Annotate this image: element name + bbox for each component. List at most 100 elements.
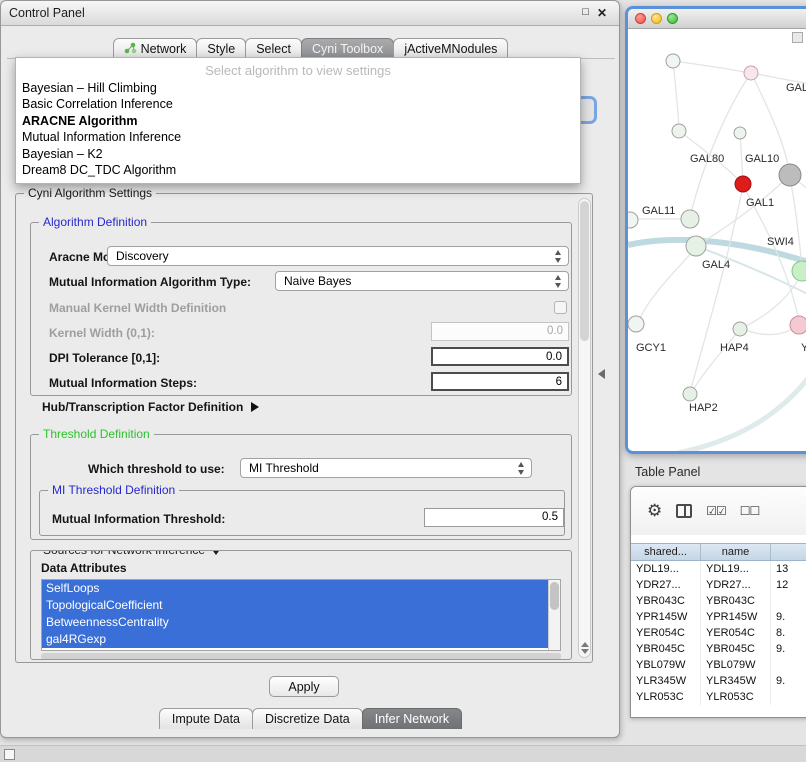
close-window-icon[interactable]: ✕ [597, 6, 607, 20]
table-row[interactable]: YLR053CYLR053C [631, 689, 806, 705]
manual-kernel-checkbox[interactable] [554, 301, 567, 314]
tab-network[interactable]: Network [113, 38, 198, 59]
data-attributes-listbox[interactable]: SelfLoopsTopologicalCoefficientBetweenne… [41, 579, 561, 651]
attributes-scrollbar[interactable] [548, 580, 560, 650]
minimize-traffic-light-icon[interactable] [651, 13, 662, 24]
table-cell[interactable]: 8. [771, 625, 806, 641]
algorithm-option[interactable]: Bayesian – K2 [16, 146, 580, 162]
table-cell[interactable]: YPR145W [701, 609, 771, 625]
table-row[interactable]: YBR045CYBR045C9. [631, 641, 806, 657]
float-window-icon[interactable]: □ [582, 6, 589, 20]
table-row[interactable]: YPR145WYPR145W9. [631, 609, 806, 625]
table-cell[interactable]: YDL19... [631, 561, 701, 577]
table-cell[interactable]: YER054C [631, 625, 701, 641]
tab-select[interactable]: Select [245, 38, 302, 59]
table-cell[interactable]: 13 [771, 561, 806, 577]
table-cell[interactable]: YBL079W [701, 657, 771, 673]
tab-impute-data[interactable]: Impute Data [159, 708, 253, 729]
table-row[interactable]: YDR27...YDR27...12 [631, 577, 806, 593]
table-cell[interactable] [771, 593, 806, 609]
table-cell[interactable]: YBR043C [631, 593, 701, 609]
column-header[interactable]: shared... [631, 544, 701, 560]
algorithm-option[interactable]: Mutual Information Inference [16, 129, 580, 145]
mi-steps-field[interactable]: 6 [431, 372, 569, 391]
settings-scrollbar[interactable] [578, 198, 591, 658]
birdseye-corner-box[interactable] [792, 32, 803, 43]
mi-threshold-field[interactable]: 0.5 [424, 508, 564, 527]
network-node[interactable] [686, 236, 706, 256]
tab-jactivemnodules[interactable]: jActiveMNodules [393, 38, 508, 59]
table-cell[interactable]: YLR053C [631, 689, 701, 705]
deselect-all-icon[interactable]: ☐☐ [740, 504, 760, 518]
kernel-width-field[interactable]: 0.0 [431, 322, 569, 341]
select-all-icon[interactable]: ☑☑ [706, 504, 726, 518]
table-cell[interactable]: YBL079W [631, 657, 701, 673]
table-cell[interactable]: 12 [771, 577, 806, 593]
which-threshold-select[interactable]: MI Threshold [240, 458, 532, 478]
table-cell[interactable]: 9. [771, 609, 806, 625]
column-header[interactable] [771, 544, 806, 560]
network-node[interactable] [628, 212, 638, 228]
network-node[interactable] [779, 164, 801, 186]
network-node[interactable] [672, 124, 686, 138]
table-cell[interactable]: YPR145W [631, 609, 701, 625]
attribute-item[interactable]: TopologicalCoefficient [42, 597, 548, 614]
collapse-caret-icon[interactable] [211, 550, 221, 555]
attribute-item[interactable]: gal4RGexp [42, 631, 548, 648]
network-node[interactable] [735, 176, 751, 192]
aracne-mode-select[interactable]: Discovery [107, 246, 569, 266]
table-cell[interactable] [771, 657, 806, 673]
hub-definition-toggle[interactable]: Hub/Transcription Factor Definition [42, 400, 259, 414]
algorithm-option[interactable]: ARACNE Algorithm [16, 113, 580, 129]
scrollbar-thumb[interactable] [580, 201, 589, 341]
scrollbar-arrows-icon[interactable] [581, 642, 589, 654]
horizontal-scrollbar[interactable] [41, 653, 561, 660]
algorithm-option[interactable]: Dream8 DC_TDC Algorithm [16, 162, 580, 178]
collapse-panel-arrow-icon[interactable] [598, 369, 605, 379]
network-node[interactable] [733, 322, 747, 336]
scrollbar-thumb[interactable] [550, 582, 559, 610]
table-cell[interactable]: YDR27... [631, 577, 701, 593]
network-node[interactable] [666, 54, 680, 68]
network-node[interactable] [744, 66, 758, 80]
algorithm-option[interactable]: Bayesian – Hill Climbing [16, 80, 580, 96]
mi-type-select[interactable]: Naive Bayes [275, 271, 569, 291]
table-cell[interactable]: YBR043C [701, 593, 771, 609]
table-row[interactable]: YLR345WYLR345W9. [631, 673, 806, 689]
table-row[interactable]: YER054CYER054C8. [631, 625, 806, 641]
tab-discretize-data[interactable]: Discretize Data [252, 708, 363, 729]
table-cell[interactable]: YLR345W [701, 673, 771, 689]
table-cell[interactable]: YER054C [701, 625, 771, 641]
gear-icon[interactable]: ⚙ [647, 501, 662, 521]
zoom-traffic-light-icon[interactable] [667, 13, 678, 24]
attribute-item[interactable]: SelfLoops [42, 580, 548, 597]
network-node[interactable] [681, 210, 699, 228]
column-header[interactable]: name [701, 544, 771, 560]
close-traffic-light-icon[interactable] [635, 13, 646, 24]
network-canvas[interactable]: GALGAL80GAL10GAL11GAL1SWI4GAL4GCY1HAP4YH… [628, 29, 806, 450]
network-window-titlebar[interactable] [628, 9, 806, 29]
columns-icon[interactable] [676, 504, 692, 518]
table-cell[interactable]: YBR045C [701, 641, 771, 657]
apply-button[interactable]: Apply [269, 676, 339, 697]
network-node[interactable] [683, 387, 697, 401]
restore-panel-icon[interactable] [4, 749, 15, 760]
dpi-tolerance-field[interactable]: 0.0 [431, 347, 569, 366]
network-node[interactable] [628, 316, 644, 332]
table-cell[interactable]: YBR045C [631, 641, 701, 657]
network-node[interactable] [792, 261, 806, 281]
network-node[interactable] [734, 127, 746, 139]
table-cell[interactable]: YDR27... [701, 577, 771, 593]
control-panel-titlebar[interactable]: Control Panel □ ✕ [1, 1, 619, 26]
tab-cyni-toolbox[interactable]: Cyni Toolbox [301, 38, 394, 59]
algorithm-option[interactable]: Basic Correlation Inference [16, 96, 580, 112]
table-row[interactable]: YDL19...YDL19...13 [631, 561, 806, 577]
table-row[interactable]: YBL079WYBL079W [631, 657, 806, 673]
table-cell[interactable]: 9. [771, 641, 806, 657]
table-cell[interactable]: YLR053C [701, 689, 771, 705]
attribute-item[interactable]: BetweennessCentrality [42, 614, 548, 631]
table-cell[interactable] [771, 689, 806, 705]
table-cell[interactable]: YLR345W [631, 673, 701, 689]
tab-infer-network[interactable]: Infer Network [362, 708, 462, 729]
network-node[interactable] [790, 316, 806, 334]
